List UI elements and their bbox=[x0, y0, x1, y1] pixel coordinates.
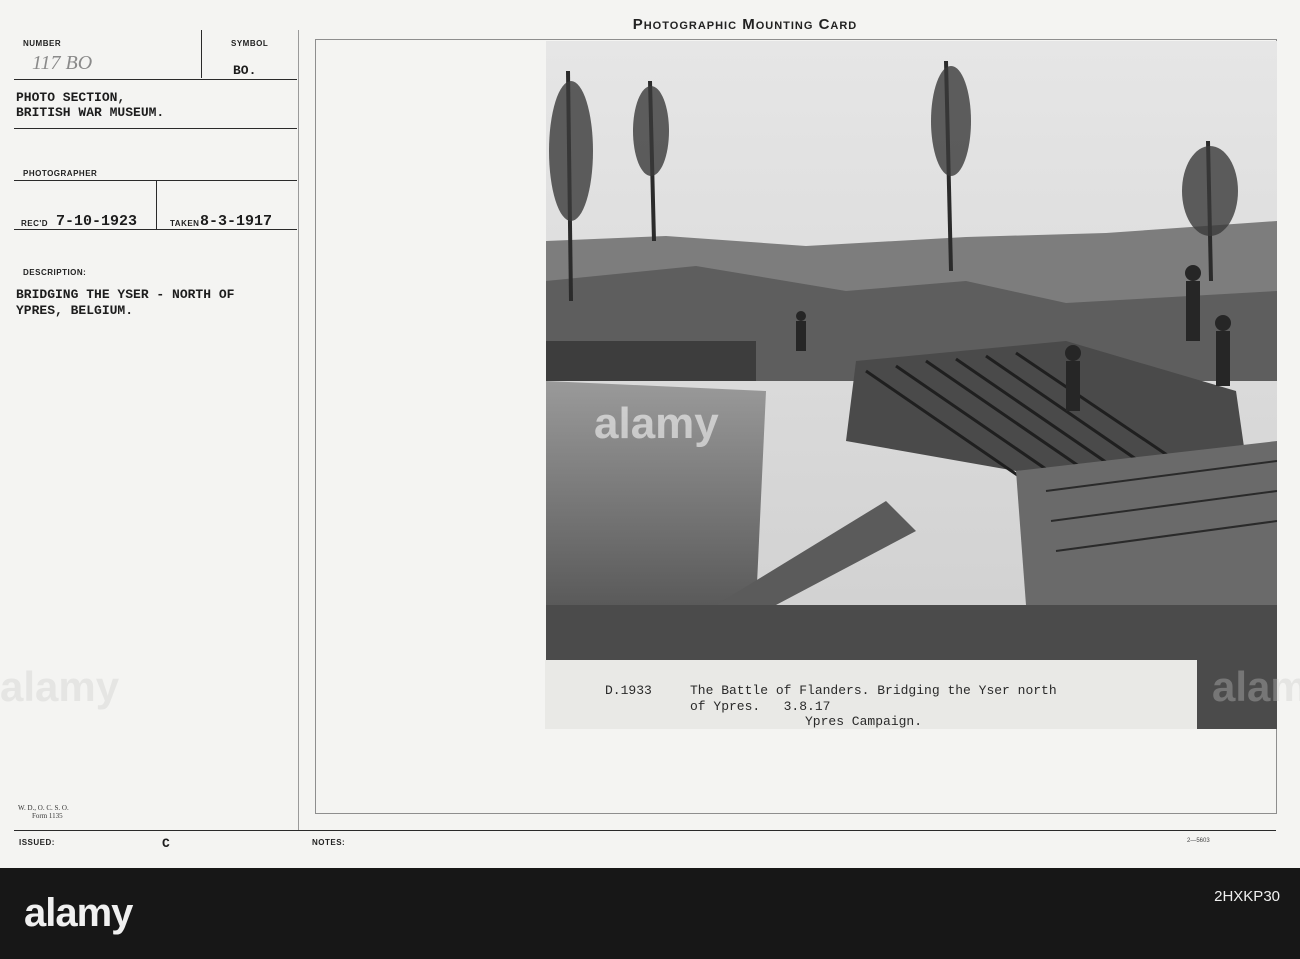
symbol-value: BO. bbox=[233, 63, 257, 78]
stock-bar bbox=[0, 868, 1300, 959]
rule-2 bbox=[14, 128, 297, 129]
description-label: DESCRIPTION: bbox=[23, 268, 87, 277]
number-value: 117 BO bbox=[32, 52, 93, 74]
brand-logo: alamy bbox=[24, 891, 133, 935]
number-divider bbox=[201, 30, 202, 78]
watermark-right: alamy bbox=[1212, 663, 1300, 710]
caption-line-2: of Ypres. 3.8.17 bbox=[690, 699, 831, 714]
symbol-label: SYMBOL bbox=[231, 39, 269, 48]
stock-id: 2HXKP30 bbox=[1214, 888, 1280, 905]
war-photograph: alamy bbox=[546, 41, 1277, 605]
caption-line-1: The Battle of Flanders. Bridging the Yse… bbox=[690, 683, 1057, 698]
number-label: NUMBER bbox=[23, 39, 62, 48]
recd-value: 7-10-1923 bbox=[56, 213, 138, 230]
recd-label: REC'D bbox=[21, 219, 49, 228]
mounting-card: Photographic Mounting Card NUMBER 117 BO… bbox=[0, 0, 1300, 868]
issued-value: C bbox=[162, 836, 170, 851]
rule-4 bbox=[14, 229, 297, 230]
notes-label: NOTES: bbox=[312, 838, 346, 847]
section-line-1: PHOTO SECTION, bbox=[16, 90, 126, 105]
description-line-1: BRIDGING THE YSER - NORTH OF bbox=[16, 287, 235, 302]
issued-label: ISSUED: bbox=[19, 838, 55, 847]
photographer-label: PHOTOGRAPHER bbox=[23, 169, 98, 178]
card-title: Photographic Mounting Card bbox=[632, 16, 858, 33]
print-code: 2—5603 bbox=[1187, 838, 1210, 844]
form-line-2: Form 1135 bbox=[32, 812, 63, 820]
caption-ref: D.1933 bbox=[605, 683, 652, 698]
rule-1 bbox=[14, 79, 297, 80]
photo-scene bbox=[546, 41, 1277, 605]
rule-bottom bbox=[14, 830, 1276, 831]
watermark-photo: alamy bbox=[594, 399, 719, 448]
watermark-left: alamy bbox=[0, 663, 120, 710]
taken-value: 8-3-1917 bbox=[200, 213, 273, 230]
column-divider bbox=[298, 30, 299, 830]
description-line-2: YPRES, BELGIUM. bbox=[16, 303, 134, 318]
section-line-2: BRITISH WAR MUSEUM. bbox=[16, 105, 165, 120]
taken-label: TAKEN bbox=[170, 219, 200, 228]
recd-divider bbox=[156, 181, 157, 229]
caption-line-3: Ypres Campaign. bbox=[805, 714, 923, 729]
form-line-1: W. D., O. C. S. O. bbox=[18, 804, 69, 812]
